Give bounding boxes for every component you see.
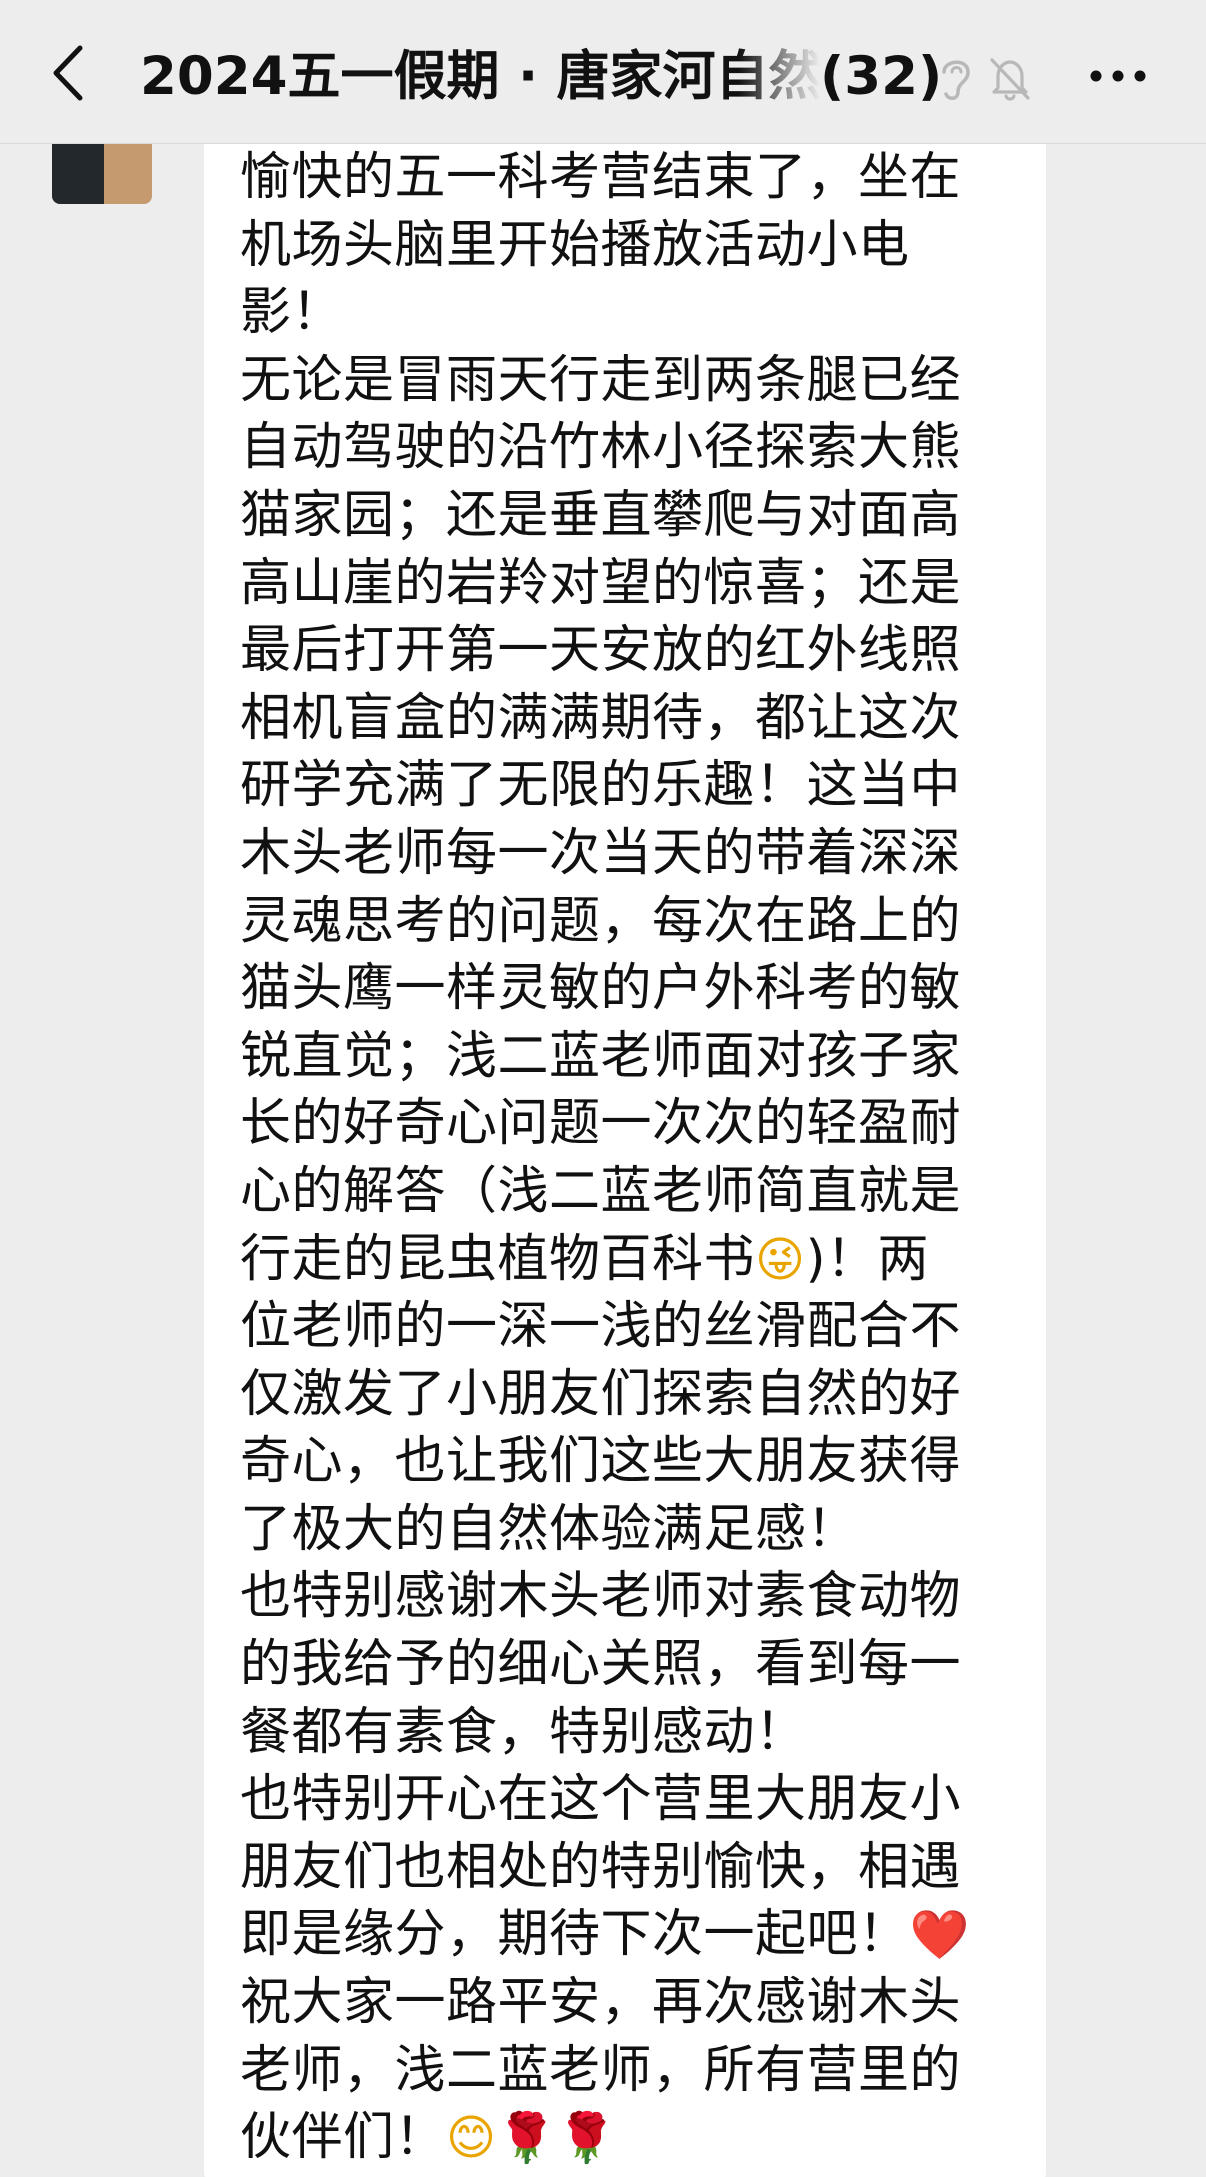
message-list[interactable]: 愉快的五一科考营结束了，坐在 机场头脑里开始播放活动小电 影！ 无论是冒雨天行走… [0,144,1206,2177]
message-line: )！两 [805,1229,929,1289]
message-line: 最后打开第一天安放的红外线照 [240,621,962,681]
message-line: 即是缘分，期待下次一起吧！ [240,1905,910,1965]
message-line: 位老师的一深一浅的丝滑配合不 [240,1297,962,1357]
rose-emoji-icon: 🌹 [496,2110,557,2167]
message-line: 相机盲盒的满满期待，都让这次 [240,688,962,748]
message-bubble[interactable]: 愉快的五一科考营结束了，坐在 机场头脑里开始播放活动小电 影！ 无论是冒雨天行走… [204,144,1046,2177]
message-line: 伙伴们！ [240,2108,447,2168]
rose-emoji-icon: 🌹 [556,2110,618,2167]
message-line: 了极大的自然体验满足感！ [240,1499,859,1559]
message-line: 影！ [240,283,344,343]
message-line: 的我给予的细心关照，看到每一 [240,1635,962,1695]
message-line: 也特别感谢木头老师对素食动物 [240,1567,962,1627]
message-line: 无论是冒雨天行走到两条腿已经 [240,350,962,410]
message-line: 也特别开心在这个营里大朋友小 [240,1770,962,1830]
message-line: 老师，浅二蓝老师，所有营里的 [240,2040,962,2100]
avatar[interactable] [52,144,152,204]
message-line: 行走的昆虫植物百科书 [240,1229,756,1289]
ear-icon [942,60,970,100]
message-line: 高山崖的岩羚对望的惊喜；还是 [240,553,962,613]
member-count: (32) [820,46,943,107]
message-line: 仅激发了小朋友们探索自然的好 [240,1364,962,1424]
message-line: 自动驾驶的沿竹林小径探索大熊 [240,418,962,478]
smile-emoji-icon: 😊 [446,2110,497,2167]
message-line: 朋友们也相处的特别愉快，相遇 [240,1837,962,1897]
message-line: 猫家园；还是垂直攀爬与对面高 [240,485,962,545]
message-line: 木头老师每一次当天的带着深深 [240,823,962,883]
message-line: 愉快的五一科考营结束了，坐在 [240,148,962,207]
message-line: 灵魂思考的问题，每次在路上的 [240,891,962,951]
chevron-left-icon [53,45,83,101]
message-line: 机场头脑里开始播放活动小电 [240,215,910,275]
message-text: 愉快的五一科考营结束了，坐在 机场头脑里开始播放活动小电 影！ 无论是冒雨天行走… [240,144,1010,2172]
wink-emoji-icon: 😜 [755,1231,806,1288]
message-line: 长的好奇心问题一次次的轻盈耐 [240,1094,962,1154]
message-line: 锐直觉；浅二蓝老师面对孩子家 [240,1026,962,1086]
message-line: 祝大家一路平安，再次感谢木头 [240,1973,962,2033]
chat-title: 2024五一假期 · 唐家河自然 [140,46,820,107]
heart-emoji-icon: ❤️ [909,1907,970,1964]
message-line: 餐都有素食，特别感动！ [240,1702,807,1762]
back-button[interactable] [40,38,100,108]
message-line: 奇心，也让我们这些大朋友获得 [240,1432,962,1492]
message-line: 研学充满了无限的乐趣！这当中 [240,756,962,816]
message-line: 心的解答（浅二蓝老师简直就是 [240,1161,962,1221]
bell-muted-icon [990,58,1030,101]
message-line: 猫头鹰一样灵敏的户外科考的敏 [240,959,962,1019]
more-dots-icon[interactable] [1086,56,1150,96]
chat-header: 2024五一假期 · 唐家河自然 (32) [0,0,1206,144]
